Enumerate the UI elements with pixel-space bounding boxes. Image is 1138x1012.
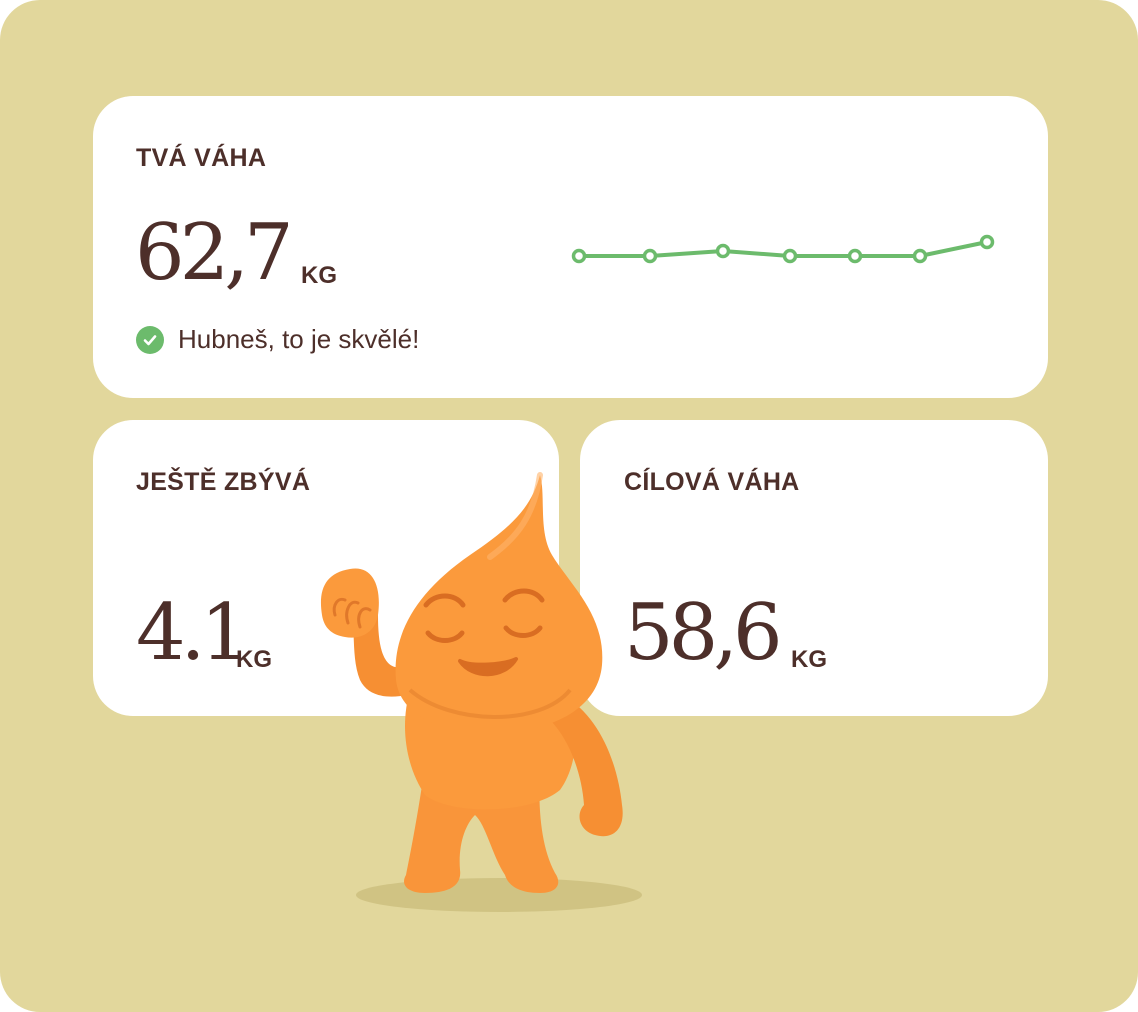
trend-point-1 xyxy=(571,248,587,264)
current-weight-card: TVÁ VÁHA 62,7 KG Hubneš, to je skvělé! xyxy=(93,96,1048,398)
trend-point-2 xyxy=(642,248,658,264)
weight-status: Hubneš, to je skvělé! xyxy=(136,324,419,355)
remaining-weight-label: JEŠTĚ ZBÝVÁ xyxy=(136,468,311,496)
check-circle-icon xyxy=(136,325,164,354)
goal-weight-unit: KG xyxy=(791,646,827,673)
remaining-weight-value: 4.1 xyxy=(136,588,250,678)
orange-drop-mascot xyxy=(320,472,642,912)
app-background: TVÁ VÁHA 62,7 KG Hubneš, to je skvělé! J… xyxy=(0,0,1138,1012)
trend-point-6 xyxy=(912,248,928,264)
trend-point-7 xyxy=(979,234,995,250)
current-weight-label: TVÁ VÁHA xyxy=(136,144,267,172)
weight-status-text: Hubneš, to je skvělé! xyxy=(178,324,420,354)
trend-point-4 xyxy=(782,248,798,264)
trend-point-3 xyxy=(715,243,731,259)
weight-trend-sparkline xyxy=(571,234,995,264)
remaining-weight-unit: KG xyxy=(236,646,272,673)
trend-point-5 xyxy=(847,248,863,264)
current-weight-unit: KG xyxy=(301,262,337,289)
current-weight-value: 62,7 xyxy=(135,208,294,298)
